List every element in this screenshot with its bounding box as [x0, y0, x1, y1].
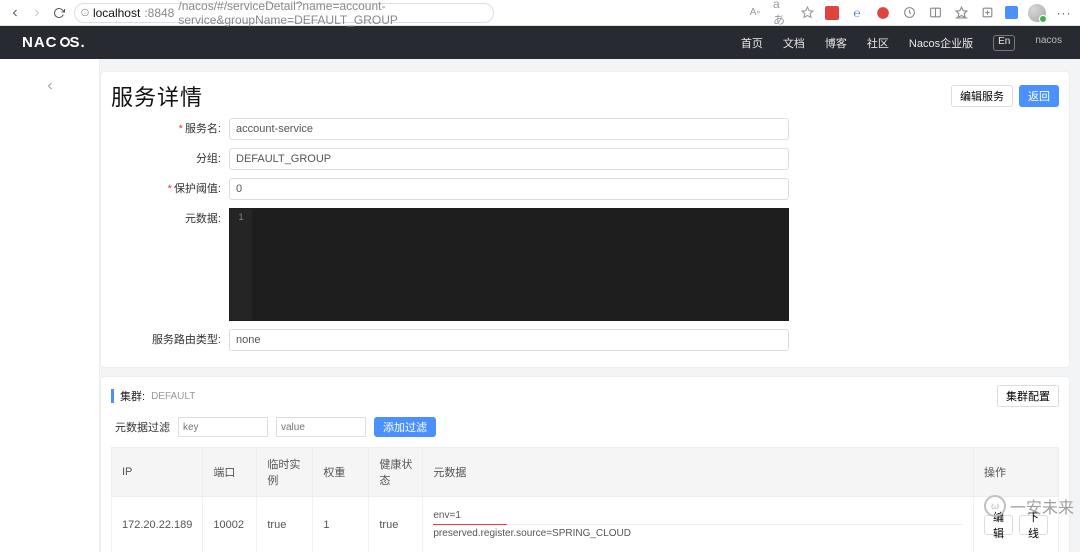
ext-icon-4[interactable]	[1005, 6, 1018, 19]
history-icon[interactable]	[901, 5, 917, 21]
forward-icon[interactable]	[30, 6, 44, 20]
input-protect-threshold[interactable]	[229, 178, 789, 200]
sidebar-collapse-icon[interactable]	[44, 79, 56, 552]
input-group[interactable]	[229, 148, 789, 170]
refresh-icon[interactable]	[52, 6, 66, 20]
main-content: 服务详情 编辑服务 返回 服务名: 分组: 保护阈值: 元数据:	[100, 59, 1080, 552]
cluster-bar-icon	[111, 389, 114, 403]
collections-icon[interactable]	[979, 5, 995, 21]
th-ops: 操作	[974, 448, 1059, 497]
th-meta: 元数据	[423, 448, 974, 497]
table-row: 172.20.22.189 10002 true 1 true env=1 pr…	[112, 497, 1059, 552]
filter-value-input[interactable]	[276, 417, 366, 437]
cluster-config-button[interactable]: 集群配置	[997, 385, 1059, 407]
row-edit-button[interactable]: 编辑	[984, 515, 1013, 535]
row-offline-button[interactable]: 下线	[1019, 515, 1048, 535]
back-button[interactable]: 返回	[1019, 85, 1059, 107]
label-group: 分组:	[111, 148, 229, 170]
profile-avatar[interactable]	[1028, 4, 1046, 22]
nav-login[interactable]: nacos	[1035, 35, 1062, 51]
editor-gutter: 1	[230, 209, 252, 320]
split-icon[interactable]	[927, 5, 943, 21]
sidebar	[0, 59, 100, 552]
cluster-value: DEFAULT	[151, 391, 195, 402]
th-health: 健康状态	[369, 448, 423, 497]
nav-enterprise[interactable]: Nacos企业版	[909, 35, 973, 51]
nav-home[interactable]: 首页	[741, 35, 763, 51]
favorite-icon[interactable]	[799, 5, 815, 21]
th-port: 端口	[203, 448, 257, 497]
nav-community[interactable]: 社区	[867, 35, 889, 51]
logo-accent-icon	[60, 37, 70, 47]
instance-table: IP 端口 临时实例 权重 健康状态 元数据 操作 172.20.22.189 …	[111, 447, 1059, 552]
app-nav: 首页 文档 博客 社区 Nacos企业版 En nacos	[741, 35, 1062, 51]
ext-icon-2[interactable]: ℮	[849, 5, 865, 21]
cluster-card: 集群: DEFAULT 集群配置 元数据过滤 添加过滤 IP 端口 临时实例 权…	[100, 376, 1070, 552]
url-port: :8848	[144, 6, 174, 20]
page-title: 服务详情	[111, 80, 203, 112]
nav-blog[interactable]: 博客	[825, 35, 847, 51]
translate-icon[interactable]: aあ	[773, 5, 789, 21]
cluster-label: 集群:	[120, 388, 145, 404]
back-icon[interactable]	[8, 6, 22, 20]
meta-filter-row: 元数据过滤 添加过滤	[115, 417, 1055, 437]
metadata-editor[interactable]: 1	[229, 208, 789, 321]
cell-health: true	[369, 497, 423, 552]
ext-icon-3[interactable]	[875, 5, 891, 21]
service-detail-card: 服务详情 编辑服务 返回 服务名: 分组: 保护阈值: 元数据:	[100, 71, 1070, 368]
site-info-icon	[81, 7, 89, 18]
favorites-bar-icon[interactable]	[953, 5, 969, 21]
input-service-name[interactable]	[229, 118, 789, 140]
cell-ip: 172.20.22.189	[112, 497, 203, 552]
th-temp: 临时实例	[257, 448, 313, 497]
url-host: localhost	[93, 6, 140, 20]
label-metadata: 元数据:	[111, 208, 229, 230]
browser-toolbar: localhost :8848/nacos/#/serviceDetail?nam…	[0, 0, 1080, 26]
add-filter-button[interactable]: 添加过滤	[374, 417, 436, 437]
cell-temp: true	[257, 497, 313, 552]
lang-switch[interactable]: En	[993, 35, 1015, 51]
label-service-name: 服务名:	[111, 118, 229, 140]
label-route-type: 服务路由类型:	[111, 329, 229, 351]
address-bar[interactable]: localhost:8848/nacos/#/serviceDetail?nam…	[74, 3, 494, 23]
browser-right-icons: A» aあ ℮ ···	[747, 4, 1072, 22]
read-aloud-icon[interactable]: A»	[747, 5, 763, 21]
filter-label: 元数据过滤	[115, 419, 170, 435]
meta-env: env=1	[433, 507, 963, 525]
label-protect-threshold: 保护阈值:	[111, 178, 229, 200]
th-ip: IP	[112, 448, 203, 497]
filter-key-input[interactable]	[178, 417, 268, 437]
meta-src: preserved.register.source=SPRING_CLOUD	[433, 525, 963, 542]
cell-weight: 1	[313, 497, 369, 552]
edit-service-button[interactable]: 编辑服务	[951, 85, 1013, 107]
url-path: /nacos/#/serviceDetail?name=account-serv…	[178, 0, 487, 27]
nav-docs[interactable]: 文档	[783, 35, 805, 51]
cell-port: 10002	[203, 497, 257, 552]
more-icon[interactable]: ···	[1056, 5, 1072, 21]
app-header: NACS. 首页 文档 博客 社区 Nacos企业版 En nacos	[0, 26, 1080, 59]
th-weight: 权重	[313, 448, 369, 497]
input-route-type[interactable]	[229, 329, 789, 351]
cell-meta: env=1 preserved.register.source=SPRING_C…	[423, 497, 974, 552]
nacos-logo[interactable]: NACS.	[22, 34, 86, 51]
ext-icon-1[interactable]	[825, 6, 839, 20]
